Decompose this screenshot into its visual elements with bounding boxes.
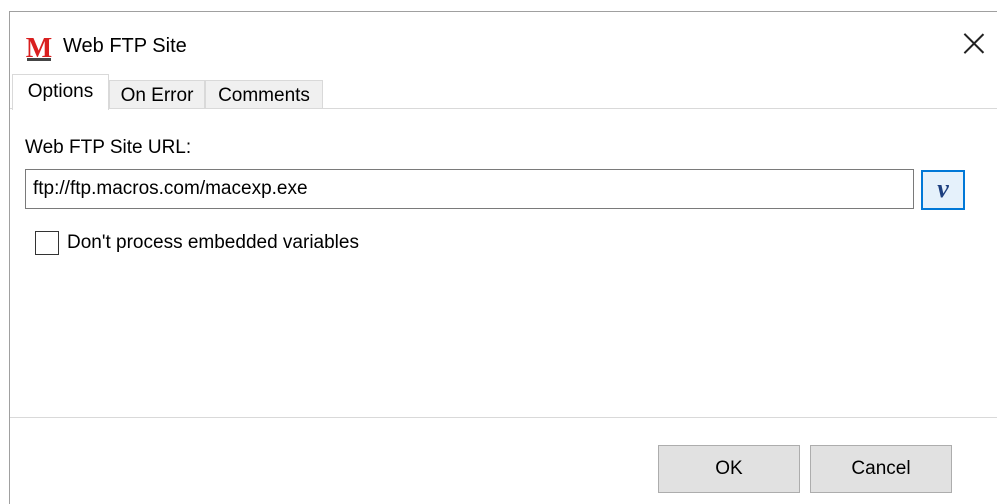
checkbox-label[interactable]: Don't process embedded variables	[67, 231, 359, 255]
web-ftp-site-url-input[interactable]	[25, 169, 914, 209]
tab-panel-border	[10, 108, 997, 109]
tab-on-error[interactable]: On Error	[109, 80, 205, 109]
close-icon[interactable]	[961, 30, 987, 56]
logo-letter: M	[26, 34, 52, 62]
insert-variable-button[interactable]: v	[921, 170, 965, 210]
web-ftp-site-dialog: M Web FTP Site Options On Error Comments…	[9, 11, 997, 504]
macro-express-logo-icon: M	[26, 34, 52, 62]
dont-process-variables-checkbox[interactable]	[35, 231, 59, 255]
url-label: Web FTP Site URL:	[25, 137, 192, 158]
tab-comments[interactable]: Comments	[205, 80, 323, 109]
footer-divider	[10, 417, 997, 418]
window-title: Web FTP Site	[63, 35, 187, 57]
tab-options[interactable]: Options	[12, 74, 109, 110]
title-bar: M Web FTP Site	[10, 12, 997, 68]
ok-button[interactable]: OK	[658, 445, 800, 493]
cancel-button[interactable]: Cancel	[810, 445, 952, 493]
